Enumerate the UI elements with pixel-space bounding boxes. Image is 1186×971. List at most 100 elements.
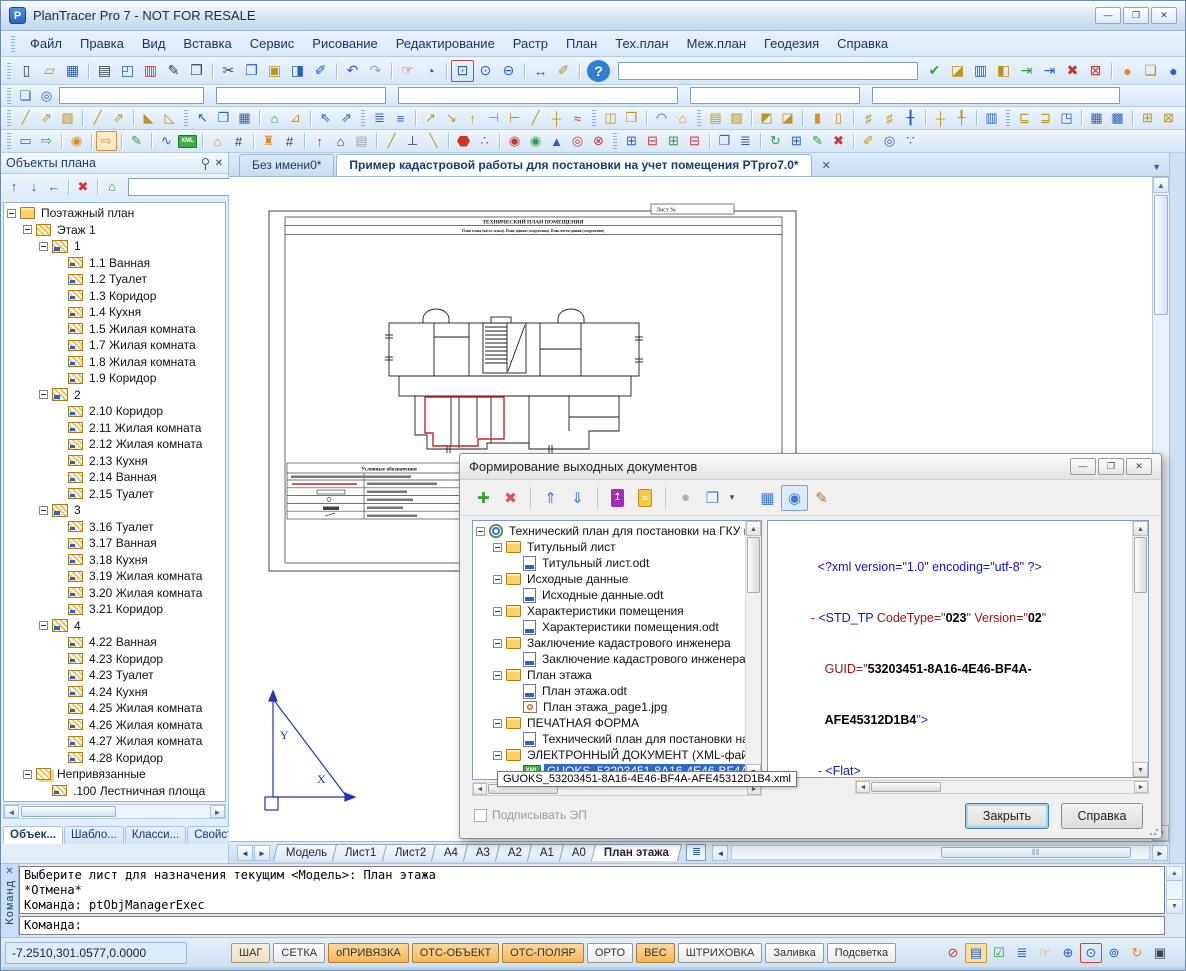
import-document-icon[interactable]: ⇥ (1015, 60, 1038, 82)
doc-tab-untitled[interactable]: Без имени0* (239, 154, 334, 176)
sketch-icon[interactable]: ✐ (552, 60, 575, 82)
scroll-thumb[interactable]: ⫴⫴ (941, 847, 1131, 858)
pin-icon[interactable] (202, 158, 209, 165)
sheet-nav-left-icon[interactable]: ◄ (237, 845, 253, 861)
document-tree-item[interactable]: Технический план для постановки на ГКУ п… (473, 523, 761, 539)
tree-item[interactable]: 4.23 Коридор (4, 651, 225, 668)
point-pair-icon[interactable]: ◎ (567, 131, 588, 151)
axis-2-icon[interactable]: ╀ (951, 108, 972, 128)
tree-item[interactable]: 4.26 Жилая комната (4, 717, 225, 734)
dialog-maximize-button[interactable]: ❐ (1098, 458, 1124, 475)
building-1-icon[interactable]: ▮ (807, 108, 828, 128)
table-view-icon[interactable]: ▦ (754, 485, 781, 511)
room-stamp-2-icon[interactable]: ⊒ (1035, 108, 1056, 128)
style-combo[interactable] (872, 87, 1120, 104)
tree-item[interactable]: 2.12 Жилая комната (4, 436, 225, 453)
open-document-icon[interactable]: ≡ (638, 489, 652, 507)
help-button[interactable]: Справка (1061, 803, 1143, 829)
panel-tab-classifier[interactable]: Класси... (125, 826, 186, 844)
expander-icon[interactable] (493, 575, 502, 584)
resize-grip[interactable] (1149, 826, 1159, 836)
document-tree-item[interactable]: План этажа.odt (473, 683, 761, 699)
panel-search-input[interactable] (128, 178, 232, 196)
expander-icon[interactable] (493, 751, 502, 760)
number-stamp-2-icon[interactable]: # (279, 131, 300, 151)
select-object-icon[interactable]: ↖ (192, 108, 213, 128)
command-input[interactable]: Команда: (19, 916, 1165, 935)
menu-item[interactable]: Вставка (174, 32, 240, 55)
garage-tool-icon[interactable]: ⌂ (672, 108, 693, 128)
export-dropdown-icon[interactable]: ▾ (726, 485, 738, 511)
tree-vscrollbar[interactable]: ▲ ▼ (745, 521, 761, 779)
document-tree-item[interactable]: Исходные данные.odt (473, 587, 761, 603)
document-tree-item[interactable]: Технический план для постановки на (473, 731, 761, 747)
selection-toggle-icon[interactable]: ⊘ (942, 943, 964, 963)
expander-icon[interactable] (39, 506, 48, 515)
document-tree-item[interactable]: Титульный лист (473, 539, 761, 555)
structure-icon[interactable]: ≣ (1011, 943, 1033, 963)
stamp-new-icon[interactable]: ✐ (858, 131, 879, 151)
expander-icon[interactable] (39, 621, 48, 630)
sheet-scroll-left-icon[interactable]: ◄ (712, 845, 728, 861)
toggle-osnap[interactable]: оПРИВЯЗКА (328, 943, 409, 963)
zoom-dynamic-icon[interactable]: ⊙ (474, 60, 497, 82)
command-history[interactable]: Выберите лист для назначения текущим <Мо… (19, 866, 1165, 914)
tree-item[interactable]: 3 (4, 502, 225, 519)
registry-list-icon[interactable]: ▤ (351, 131, 372, 151)
zone-remove-2-icon[interactable]: ⊟ (684, 131, 705, 151)
panel-hscrollbar[interactable]: ◄ ► (3, 804, 226, 819)
hatch-2-icon[interactable]: ▨ (726, 108, 747, 128)
edit-item-icon[interactable]: ✎ (807, 131, 828, 151)
tree-item[interactable]: 1.2 Туалет (4, 271, 225, 288)
tree-item[interactable]: Непривязанные (4, 766, 225, 783)
structure-tree-2-icon[interactable]: ≣ (735, 131, 756, 151)
tree-item[interactable]: 1.1 Ванная (4, 255, 225, 272)
tree-item[interactable]: 1.8 Жилая комната (4, 354, 225, 371)
command-search-field[interactable] (618, 62, 918, 80)
sheet-tab-list1[interactable]: Лист1 (332, 844, 390, 861)
menu-item[interactable]: Тех.план (606, 32, 677, 55)
measure-7-icon[interactable]: ┼ (546, 108, 567, 128)
menu-item[interactable]: Редактирование (387, 32, 504, 55)
sheet-hscrollbar[interactable]: ⫴⫴ (731, 845, 1150, 860)
edit-pencil-icon[interactable]: ✎ (808, 485, 835, 511)
tree-item[interactable]: 4.23 Туалет (4, 667, 225, 684)
fullscreen-icon[interactable]: ▣ (1149, 943, 1171, 963)
tree-item[interactable]: 4.28 Коридор (4, 750, 225, 767)
tree-item[interactable]: 2.10 Коридор (4, 403, 225, 420)
tree-item[interactable]: 3.20 Жилая комната (4, 585, 225, 602)
paste-icon[interactable]: ▣ (263, 60, 286, 82)
draw-order-front-icon[interactable]: ● (1116, 60, 1139, 82)
object-inspect-icon[interactable]: ◎ (36, 86, 57, 106)
document-tree-item[interactable]: План этажа_page1.jpg (473, 699, 761, 715)
point-green-icon[interactable]: ◉ (525, 131, 546, 151)
linetype-combo[interactable] (398, 87, 678, 104)
copy-structure-icon[interactable]: ❐ (714, 131, 735, 151)
scroll-thumb[interactable] (871, 782, 941, 792)
station-tool-icon[interactable]: ⊥ (402, 131, 423, 151)
tree-item[interactable]: 2.11 Жилая комната (4, 420, 225, 437)
measure-1-icon[interactable]: ↗ (420, 108, 441, 128)
measure-8-icon[interactable]: ≈ (567, 108, 588, 128)
scroll-thumb[interactable] (747, 537, 760, 593)
add-item-icon[interactable]: ⊞ (786, 131, 807, 151)
scroll-down-icon[interactable]: ▼ (1167, 899, 1182, 913)
stamp-area-icon[interactable]: ⊿ (285, 108, 306, 128)
expander-icon[interactable] (476, 527, 485, 536)
panel-tab-templates[interactable]: Шабло... (64, 826, 124, 844)
tree-item[interactable]: 4.27 Жилая комната (4, 733, 225, 750)
scroll-up-icon[interactable]: ▲ (1167, 867, 1182, 881)
export-plan-icon[interactable]: ⇨ (36, 131, 57, 151)
fence-2-icon[interactable]: ♯ (879, 108, 900, 128)
tree-item[interactable]: 1 (4, 238, 225, 255)
menu-item[interactable]: Меж.план (678, 32, 755, 55)
close-button[interactable]: Закрыть (965, 803, 1049, 829)
panel-tab-objects[interactable]: Объек... (3, 826, 63, 844)
print-icon[interactable]: ▤ (93, 60, 116, 82)
building-table-icon[interactable]: ▥ (981, 108, 1002, 128)
tree-item[interactable]: 1.4 Кухня (4, 304, 225, 321)
sheet-tab-model[interactable]: Модель (273, 844, 341, 861)
xml-export-icon[interactable]: XML (178, 135, 197, 148)
tree-item[interactable]: 1.3 Коридор (4, 288, 225, 305)
raster-adjust-icon[interactable]: ◧ (992, 60, 1015, 82)
